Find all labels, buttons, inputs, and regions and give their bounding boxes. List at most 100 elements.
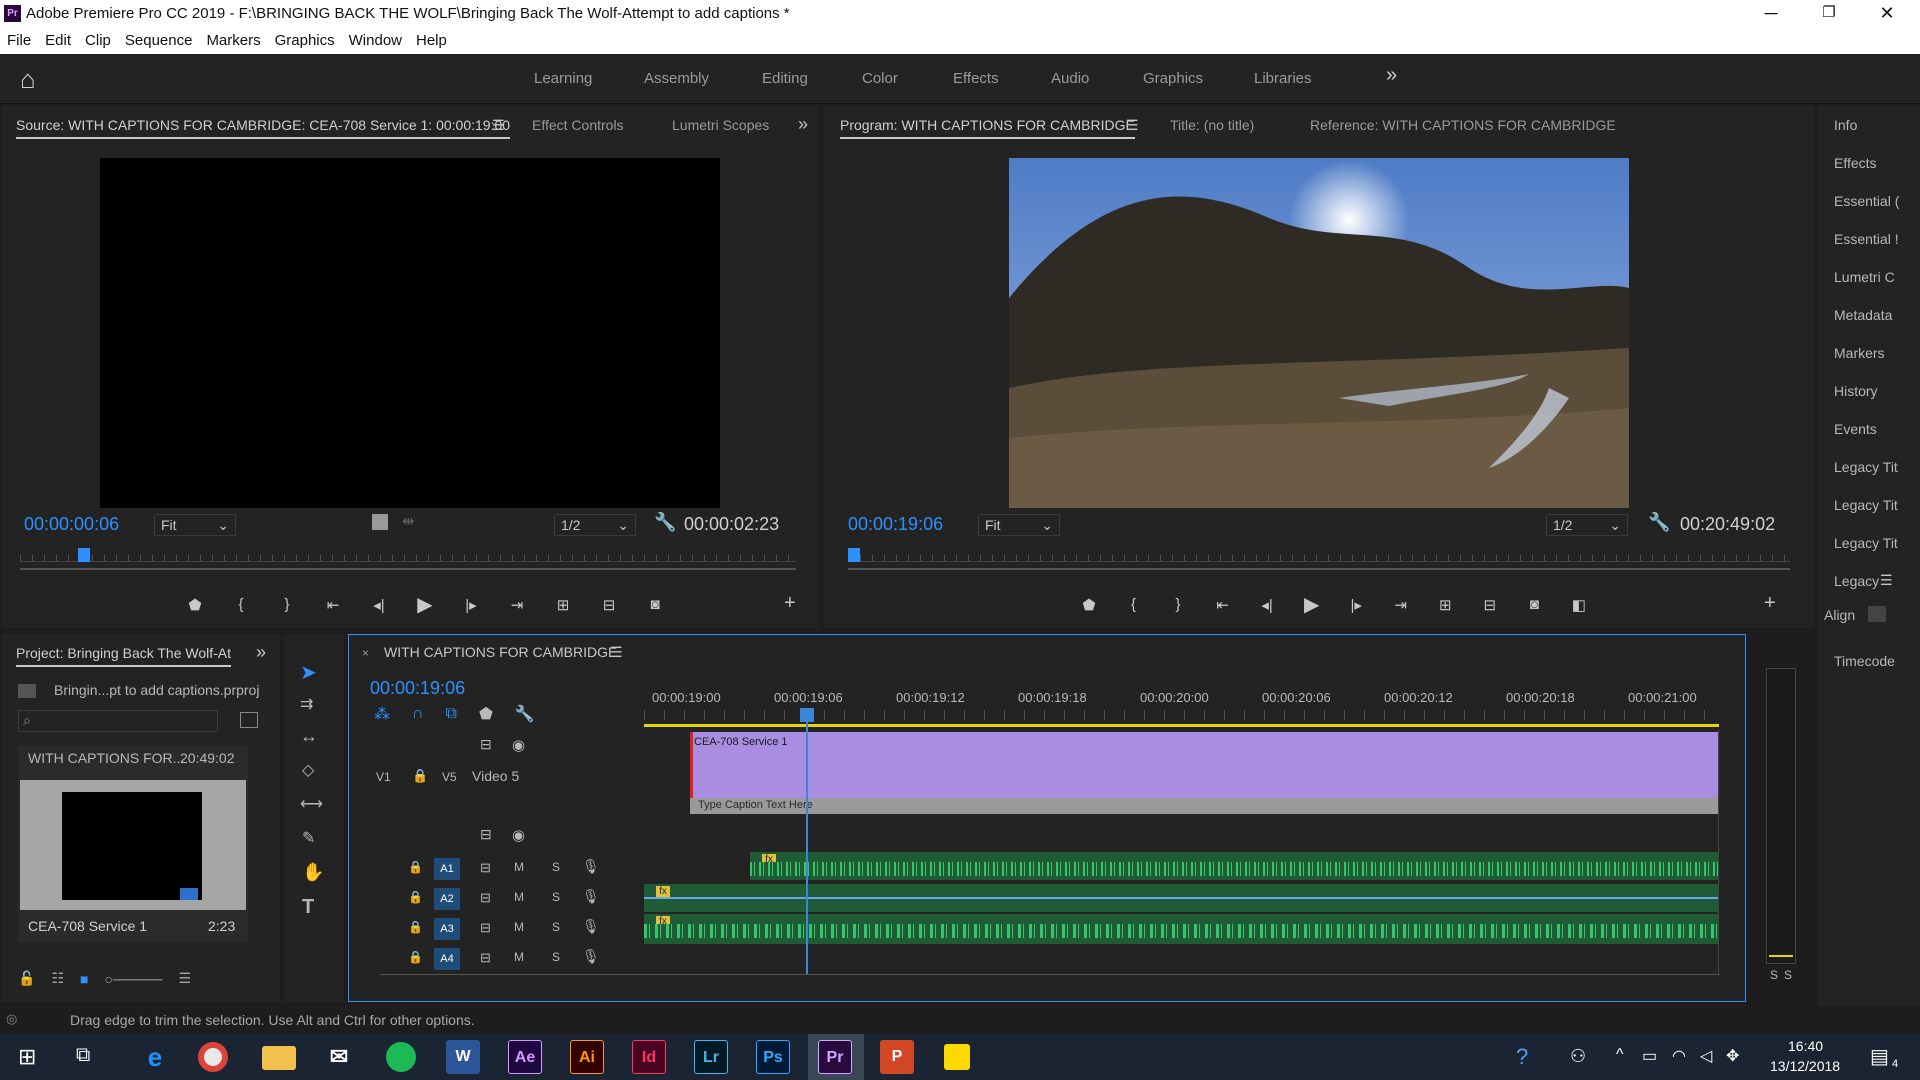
timeline-playhead[interactable]: [806, 712, 808, 974]
sync-lock-icon[interactable]: ⊟: [480, 920, 491, 936]
panel-legacy-title-2[interactable]: Legacy Tit: [1834, 497, 1920, 513]
step-forward-icon[interactable]: |▸: [1341, 596, 1371, 614]
legacy-panel-menu-icon[interactable]: ☰: [1880, 572, 1893, 589]
comparison-view-icon[interactable]: ◧: [1564, 596, 1594, 614]
panel-history[interactable]: History: [1834, 383, 1920, 399]
drag-video-icon[interactable]: [372, 514, 388, 530]
play-icon[interactable]: ▶: [1297, 592, 1327, 617]
mark-in-icon[interactable]: {: [1119, 596, 1149, 613]
mark-out-icon[interactable]: }: [1163, 596, 1193, 613]
battery-icon[interactable]: ▭: [1642, 1046, 1657, 1066]
microphone-icon[interactable]: 🎙: [582, 858, 600, 875]
timeline-timecode[interactable]: 00:00:19:06: [370, 678, 465, 699]
indesign-icon[interactable]: Id: [632, 1040, 666, 1074]
menu-graphics[interactable]: Graphics: [268, 28, 342, 49]
meter-solo-right[interactable]: S: [1784, 968, 1792, 982]
mute-button[interactable]: M: [514, 950, 524, 964]
workspace-libraries[interactable]: Libraries: [1254, 70, 1312, 87]
source-more-tabs-icon[interactable]: »: [798, 114, 808, 135]
premiere-taskbar-icon[interactable]: Pr: [818, 1040, 852, 1074]
add-marker-icon[interactable]: ⬟: [180, 596, 210, 614]
extract-icon[interactable]: ⊟: [1475, 596, 1505, 614]
mark-in-icon[interactable]: {: [226, 596, 256, 613]
lightroom-icon[interactable]: Lr: [694, 1040, 728, 1074]
icon-view-icon[interactable]: ■: [80, 971, 88, 987]
tab-lumetri-scopes[interactable]: Lumetri Scopes: [672, 117, 769, 133]
selection-tool-icon[interactable]: ➤: [300, 660, 317, 685]
project-more-tabs-icon[interactable]: »: [256, 642, 266, 663]
source-playhead[interactable]: [78, 548, 90, 562]
lock-icon[interactable]: 🔒: [408, 860, 423, 874]
source-timecode[interactable]: 00:00:00:06: [24, 514, 119, 535]
panel-essential-graphics[interactable]: Essential (: [1834, 193, 1920, 209]
workspace-editing[interactable]: Editing: [762, 70, 808, 87]
track-v5[interactable]: V5: [442, 770, 457, 784]
track-a4[interactable]: A4: [434, 948, 460, 970]
tab-effect-controls[interactable]: Effect Controls: [532, 117, 624, 133]
lock-icon[interactable]: 🔒: [408, 950, 423, 964]
sync-lock-icon[interactable]: ⊟: [480, 890, 491, 906]
notifications-icon[interactable]: ▤: [1870, 1044, 1889, 1069]
wifi-icon[interactable]: ◠: [1672, 1046, 1686, 1066]
project-search-input[interactable]: ⌕: [18, 710, 218, 732]
mute-button[interactable]: M: [514, 890, 524, 904]
menu-markers[interactable]: Markers: [199, 28, 267, 49]
menu-sequence[interactable]: Sequence: [118, 28, 200, 49]
workspace-assembly[interactable]: Assembly: [644, 70, 709, 87]
mail-icon[interactable]: ✉: [322, 1040, 356, 1074]
source-time-ruler[interactable]: [20, 544, 796, 562]
source-resolution-dropdown[interactable]: 1/2 ⌄: [554, 514, 636, 536]
insert-icon[interactable]: ⊞: [548, 596, 578, 614]
add-marker-icon[interactable]: ⬟: [479, 704, 493, 724]
workspace-audio[interactable]: Audio: [1051, 70, 1089, 87]
spotify-icon[interactable]: [386, 1042, 416, 1072]
powerpoint-icon[interactable]: P: [880, 1040, 914, 1074]
source-fit-dropdown[interactable]: Fit ⌄: [154, 514, 236, 536]
menu-edit[interactable]: Edit: [38, 28, 78, 49]
restore-button[interactable]: ❐: [1800, 0, 1858, 28]
toggle-sync-lock-icon[interactable]: ⊟: [480, 736, 492, 753]
trim-edge[interactable]: [690, 732, 693, 798]
panel-legacy-title-3[interactable]: Legacy Tit: [1834, 535, 1920, 551]
track-a3[interactable]: A3: [434, 918, 460, 940]
panel-timecode[interactable]: Timecode: [1834, 653, 1920, 669]
solo-button[interactable]: S: [552, 890, 560, 904]
overwrite-icon[interactable]: ⊟: [594, 596, 624, 614]
tab-program[interactable]: Program: WITH CAPTIONS FOR CAMBRIDGE: [840, 117, 1135, 139]
menu-help[interactable]: Help: [409, 28, 454, 49]
microphone-icon[interactable]: 🎙: [582, 888, 600, 905]
caption-clip[interactable]: CEA-708 Service 1: [690, 732, 1718, 798]
ripple-edit-tool-icon[interactable]: ↔: [300, 726, 318, 747]
people-icon[interactable]: ⚇: [1570, 1046, 1586, 1067]
new-search-bin-icon[interactable]: [240, 712, 258, 728]
step-back-icon[interactable]: ◂|: [1252, 596, 1282, 614]
caption-text-row[interactable]: Type Caption Text Here: [690, 798, 1718, 814]
lock-icon[interactable]: 🔒: [412, 768, 428, 784]
track-select-tool-icon[interactable]: ⇉: [300, 694, 313, 714]
panel-legacy-title-1[interactable]: Legacy Tit: [1834, 459, 1920, 475]
project-item[interactable]: WITH CAPTIONS FOR... 20:49:02 CEA-708 Se…: [18, 746, 248, 942]
chrome-icon[interactable]: [198, 1042, 228, 1072]
panel-events[interactable]: Events: [1834, 421, 1920, 437]
program-panel-menu-icon[interactable]: ☰: [1126, 117, 1139, 134]
solo-button[interactable]: S: [552, 950, 560, 964]
minimize-button[interactable]: ─: [1742, 0, 1800, 28]
windows-start-icon[interactable]: ⊞: [18, 1044, 36, 1070]
menu-file[interactable]: File: [0, 28, 38, 49]
lock-icon[interactable]: 🔒: [408, 890, 423, 904]
go-to-out-icon[interactable]: ⇥: [1386, 596, 1416, 614]
panel-effects[interactable]: Effects: [1834, 155, 1920, 171]
type-tool-icon[interactable]: T: [302, 896, 314, 919]
track-source-v1[interactable]: V1: [376, 770, 391, 784]
lift-icon[interactable]: ⊞: [1430, 596, 1460, 614]
program-resolution-dropdown[interactable]: 1/2 ⌄: [1546, 514, 1628, 536]
panel-markers[interactable]: Markers: [1834, 345, 1920, 361]
tab-source[interactable]: Source: WITH CAPTIONS FOR CAMBRIDGE: CEA…: [16, 117, 511, 139]
add-marker-icon[interactable]: ⬟: [1074, 596, 1104, 614]
program-playhead[interactable]: [848, 548, 860, 562]
sync-lock-icon[interactable]: ⊟: [480, 860, 491, 876]
audio-clip-a1[interactable]: fx: [750, 852, 1718, 880]
workspace-color[interactable]: Color: [862, 70, 898, 87]
source-add-button-icon[interactable]: +: [784, 592, 796, 615]
help-icon[interactable]: ?: [1516, 1044, 1528, 1070]
